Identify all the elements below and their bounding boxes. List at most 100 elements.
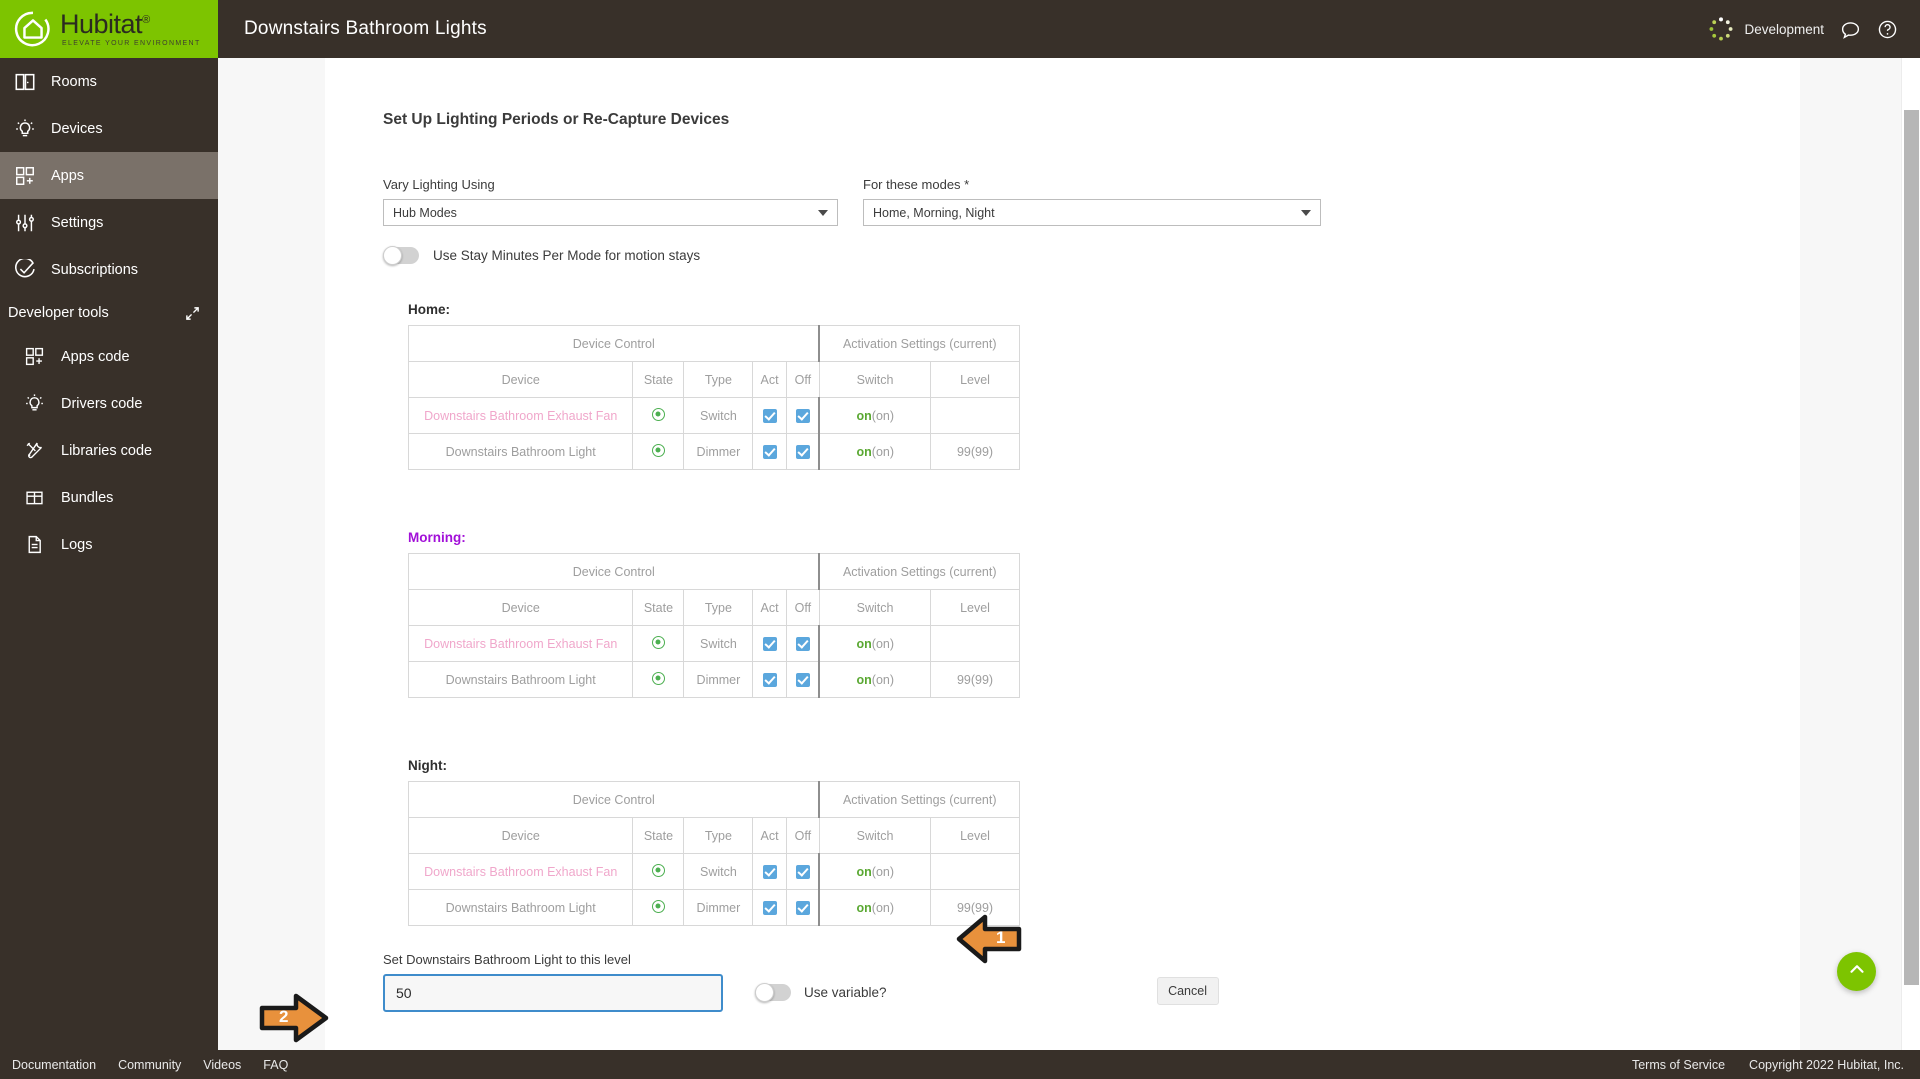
toggle-knob [755, 983, 774, 1002]
cell-act[interactable] [752, 625, 787, 662]
checkbox-checked-icon[interactable] [762, 864, 777, 879]
cell-device-name[interactable]: Downstairs Bathroom Light [407, 889, 634, 926]
checkbox-checked-icon[interactable] [795, 672, 810, 687]
cell-device-name[interactable]: Downstairs Bathroom Light [407, 433, 634, 470]
footer-link-videos[interactable]: Videos [203, 1058, 241, 1072]
cell-type[interactable]: Switch [683, 625, 754, 662]
stay-minutes-toggle[interactable] [383, 246, 419, 265]
cell-act[interactable] [752, 433, 787, 470]
cell-level [930, 625, 1020, 662]
cell-off[interactable] [785, 433, 821, 470]
use-variable-toggle[interactable] [755, 983, 791, 1002]
cell-act[interactable] [752, 889, 787, 926]
radio-selected-icon[interactable] [651, 899, 665, 913]
sidebar-item-subscriptions[interactable]: Subscriptions [0, 246, 218, 293]
cell-off[interactable] [785, 853, 821, 890]
sidebar-item-rooms[interactable]: Rooms [0, 58, 218, 105]
col-header-off: Off [785, 817, 820, 854]
cell-device-name[interactable]: Downstairs Bathroom Exhaust Fan [407, 625, 634, 662]
cell-off[interactable] [785, 625, 821, 662]
checkbox-checked-icon[interactable] [795, 408, 810, 423]
scroll-to-top-button[interactable] [1837, 952, 1876, 991]
stay-minutes-row: Use Stay Minutes Per Mode for motion sta… [325, 226, 1800, 265]
cell-level[interactable]: 99(99) [930, 433, 1020, 470]
cancel-button[interactable]: Cancel [1156, 977, 1219, 1005]
radio-selected-icon[interactable] [651, 863, 665, 877]
checkbox-checked-icon[interactable] [762, 444, 777, 459]
cell-off[interactable] [785, 889, 821, 926]
cell-act[interactable] [752, 397, 787, 434]
cell-device-name[interactable]: Downstairs Bathroom Exhaust Fan [407, 853, 634, 890]
footer-link-faq[interactable]: FAQ [263, 1058, 288, 1072]
cell-type[interactable]: Dimmer [683, 889, 754, 926]
apps-grid-icon [14, 165, 36, 187]
hubitat-house-icon [14, 10, 52, 48]
cell-off[interactable] [785, 661, 821, 698]
sidebar-item-settings[interactable]: Settings [0, 199, 218, 246]
sidebar-item-apps[interactable]: Apps [0, 152, 218, 199]
chat-bubble-icon[interactable] [1840, 19, 1861, 40]
sidebar-item-apps-code[interactable]: Apps code [10, 333, 218, 380]
sidebar-item-devices[interactable]: Devices [0, 105, 218, 152]
topbar-right-group: Development [1707, 15, 1920, 43]
cell-state[interactable] [632, 397, 685, 434]
radio-selected-icon[interactable] [651, 407, 665, 421]
col-header-switch: Switch [818, 817, 932, 854]
level-input[interactable] [383, 974, 723, 1012]
col-header-act: Act [752, 361, 787, 398]
cell-state[interactable] [632, 433, 685, 470]
cell-device-name[interactable]: Downstairs Bathroom Exhaust Fan [407, 397, 634, 434]
table-group-header-row: Device Control Activation Settings (curr… [408, 553, 1021, 590]
cell-type[interactable]: Dimmer [683, 661, 754, 698]
radio-selected-icon[interactable] [651, 671, 665, 685]
cell-switch: on(on) [818, 889, 932, 926]
cell-off[interactable] [785, 397, 821, 434]
radio-selected-icon[interactable] [651, 443, 665, 457]
cell-switch: on(on) [818, 853, 932, 890]
sidebar-item-libraries-code[interactable]: Libraries code [10, 427, 218, 474]
cell-level-night-light[interactable]: 99(99) [930, 889, 1020, 926]
cell-state[interactable] [632, 661, 685, 698]
cell-type[interactable]: Dimmer [683, 433, 754, 470]
brand-logo[interactable]: Hubitat® ELEVATE YOUR ENVIRONMENT [0, 0, 218, 58]
cell-type[interactable]: Switch [683, 397, 754, 434]
vertical-scrollbar[interactable] [1901, 58, 1920, 1079]
checkbox-checked-icon[interactable] [795, 900, 810, 915]
cell-level[interactable]: 99(99) [930, 661, 1020, 698]
collapse-arrows-icon[interactable] [185, 306, 200, 321]
cell-act[interactable] [752, 853, 787, 890]
cell-type[interactable]: Switch [683, 853, 754, 890]
cell-state[interactable] [632, 625, 685, 662]
footer-link-terms-of-service[interactable]: Terms of Service [1632, 1058, 1725, 1072]
chevron-down-icon [1301, 209, 1311, 216]
checkbox-checked-icon[interactable] [762, 408, 777, 423]
checkbox-checked-icon[interactable] [762, 900, 777, 915]
vary-lighting-select[interactable]: Hub Modes [383, 199, 838, 226]
help-circle-icon[interactable] [1877, 19, 1898, 40]
radio-selected-icon[interactable] [651, 635, 665, 649]
checkbox-checked-icon[interactable] [795, 636, 810, 651]
cell-state[interactable] [632, 889, 685, 926]
col-header-off: Off [785, 589, 820, 626]
footer-link-documentation[interactable]: Documentation [12, 1058, 96, 1072]
for-these-modes-select[interactable]: Home, Morning, Night [863, 199, 1321, 226]
sidebar-item-label: Bundles [61, 489, 114, 506]
hub-name-label: Development [1744, 21, 1824, 37]
scrollbar-thumb[interactable] [1904, 110, 1919, 985]
vary-lighting-label: Vary Lighting Using [383, 177, 495, 192]
checkbox-checked-icon[interactable] [762, 636, 777, 651]
checkbox-checked-icon[interactable] [795, 444, 810, 459]
sidebar-item-drivers-code[interactable]: Drivers code [10, 380, 218, 427]
checkbox-checked-icon[interactable] [795, 864, 810, 879]
cell-act[interactable] [752, 661, 787, 698]
sidebar-item-logs[interactable]: Logs [10, 521, 218, 568]
developer-tools-header[interactable]: Developer tools [0, 293, 218, 333]
col-header-device: Device [407, 589, 634, 626]
cell-state[interactable] [632, 853, 685, 890]
col-header-switch: Switch [818, 361, 932, 398]
checkbox-checked-icon[interactable] [762, 672, 777, 687]
footer-link-community[interactable]: Community [118, 1058, 181, 1072]
sidebar-item-bundles[interactable]: Bundles [10, 474, 218, 521]
hub-status[interactable]: Development [1707, 15, 1824, 43]
cell-device-name[interactable]: Downstairs Bathroom Light [407, 661, 634, 698]
